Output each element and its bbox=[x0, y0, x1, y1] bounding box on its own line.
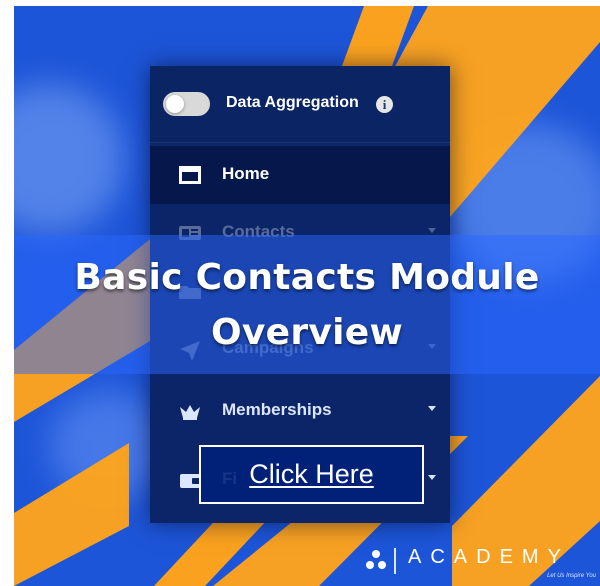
page-frame: Data Aggregation i Home Contacts Members… bbox=[0, 0, 600, 586]
click-here-button[interactable]: Click Here bbox=[199, 445, 424, 504]
headline-band bbox=[14, 235, 600, 374]
home-icon bbox=[179, 166, 201, 184]
promo-card: Data Aggregation i Home Contacts Members… bbox=[14, 6, 600, 586]
chevron-down-icon bbox=[428, 228, 436, 233]
academy-branding: ACADEMY Let Us Inspire You bbox=[356, 540, 600, 580]
background-blob-left bbox=[14, 84, 124, 234]
sidebar-item-label: Home bbox=[222, 164, 270, 183]
academy-wordmark: ACADEMY bbox=[408, 546, 570, 568]
toggle-knob bbox=[166, 95, 184, 113]
sidebar-item-memberships[interactable]: Memberships bbox=[150, 382, 450, 440]
data-aggregation-label: Data Aggregation bbox=[226, 94, 359, 111]
academy-tagline: Let Us Inspire You bbox=[547, 573, 596, 579]
sidebar-item-home[interactable]: Home bbox=[150, 146, 450, 204]
chevron-down-icon bbox=[428, 406, 436, 411]
info-icon[interactable]: i bbox=[376, 96, 393, 113]
data-aggregation-toggle[interactable] bbox=[163, 92, 210, 116]
headline-line-1: Basic Contacts Module bbox=[74, 257, 540, 298]
sidebar-item-label: Memberships bbox=[222, 400, 332, 419]
academy-logo-icon bbox=[366, 550, 386, 569]
chevron-down-icon bbox=[428, 475, 436, 480]
crown-icon bbox=[180, 405, 200, 420]
data-aggregation-row: Data Aggregation i bbox=[150, 66, 450, 143]
headline-line-2: Overview bbox=[210, 312, 404, 353]
brand-divider bbox=[394, 548, 396, 574]
